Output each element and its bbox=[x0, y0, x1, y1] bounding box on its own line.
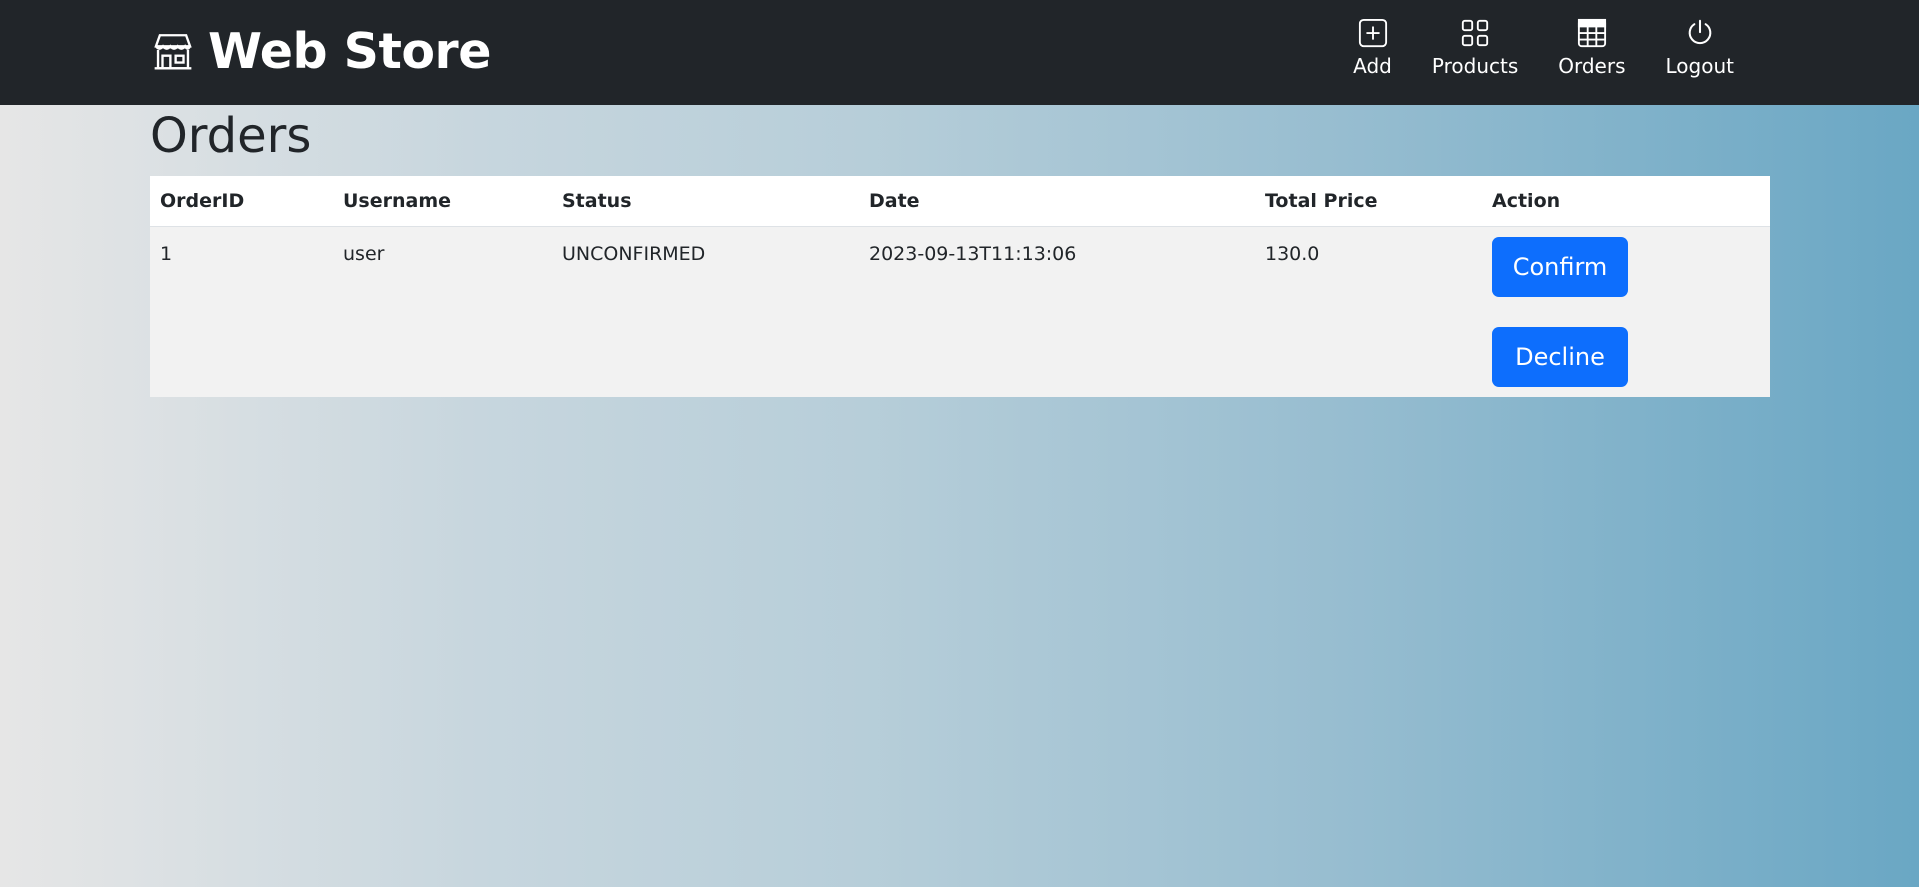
nav-orders[interactable]: Orders bbox=[1538, 18, 1645, 88]
power-icon bbox=[1685, 18, 1715, 54]
nav-products[interactable]: Products bbox=[1412, 18, 1538, 88]
header-username: Username bbox=[333, 176, 552, 227]
brand-title: Web Store bbox=[208, 22, 491, 80]
confirm-button[interactable]: Confirm bbox=[1492, 236, 1628, 297]
navbar: Web Store Add Products Orders Logout bbox=[0, 0, 1919, 105]
cell-total-price: 130.0 bbox=[1255, 226, 1482, 397]
nav-logout[interactable]: Logout bbox=[1646, 18, 1754, 88]
cell-date: 2023-09-13T11:13:06 bbox=[859, 226, 1255, 397]
nav-orders-label: Orders bbox=[1558, 54, 1626, 78]
header-status: Status bbox=[552, 176, 859, 227]
cell-actions: Confirm Decline bbox=[1482, 226, 1770, 397]
table-icon bbox=[1577, 18, 1607, 54]
main-nav: Add Products Orders Logout bbox=[1333, 18, 1754, 88]
cell-order-id: 1 bbox=[150, 226, 333, 397]
nav-logout-label: Logout bbox=[1665, 54, 1734, 78]
grid-icon bbox=[1460, 18, 1490, 54]
page-title: Orders bbox=[150, 108, 312, 164]
header-action: Action bbox=[1482, 176, 1770, 227]
decline-button[interactable]: Decline bbox=[1492, 326, 1628, 387]
orders-table: OrderID Username Status Date Total Price… bbox=[150, 176, 1770, 397]
header-total-price: Total Price bbox=[1255, 176, 1482, 227]
brand[interactable]: Web Store bbox=[152, 18, 491, 84]
header-date: Date bbox=[859, 176, 1255, 227]
nav-add[interactable]: Add bbox=[1333, 18, 1412, 88]
header-order-id: OrderID bbox=[150, 176, 333, 227]
table-row: 1 user UNCONFIRMED 2023-09-13T11:13:06 1… bbox=[150, 226, 1770, 397]
cell-username: user bbox=[333, 226, 552, 397]
plus-square-icon bbox=[1358, 18, 1388, 54]
table-header-row: OrderID Username Status Date Total Price… bbox=[150, 176, 1770, 227]
nav-products-label: Products bbox=[1431, 54, 1519, 78]
shop-icon bbox=[152, 30, 194, 72]
cell-status: UNCONFIRMED bbox=[552, 226, 859, 397]
nav-add-label: Add bbox=[1353, 54, 1392, 78]
